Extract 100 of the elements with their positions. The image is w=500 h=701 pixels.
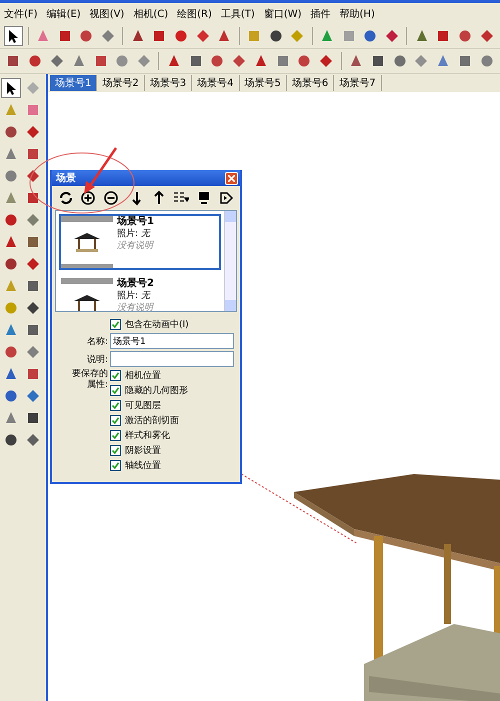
scene-photo: 照片: 无 xyxy=(117,290,152,302)
checkbox[interactable] xyxy=(110,319,121,330)
circle-icon xyxy=(456,28,473,44)
scene-thumbnail xyxy=(61,216,113,268)
square-icon xyxy=(25,366,41,382)
triangle-icon xyxy=(3,102,19,118)
diamond-icon xyxy=(48,53,65,69)
menu-item[interactable]: 视图(V) xyxy=(90,6,124,20)
tag-icon xyxy=(218,190,234,206)
triangle-icon xyxy=(3,278,19,294)
checkbox[interactable] xyxy=(110,370,121,381)
dialog-title: 场景 xyxy=(56,172,76,185)
checkbox-label: 相机位置 xyxy=(125,370,161,382)
menu-item[interactable]: 插件 xyxy=(310,6,331,20)
checkbox-label: 阴影设置 xyxy=(125,444,161,457)
annotation-arrow xyxy=(84,147,118,194)
plus-circle-icon xyxy=(80,190,96,206)
scene-description: 没有说明 xyxy=(117,302,154,311)
square-icon xyxy=(25,190,41,206)
diamond-icon xyxy=(25,432,41,448)
select-tool-button[interactable] xyxy=(4,26,23,46)
circle-icon xyxy=(3,124,19,140)
circle-icon xyxy=(114,53,130,69)
square-icon xyxy=(25,146,41,162)
scene-item[interactable]: 场景号2 照片: 无 没有说明 xyxy=(59,276,221,311)
name-field[interactable]: 场景号1 xyxy=(110,333,234,349)
menu-item[interactable]: 帮助(H) xyxy=(340,6,375,20)
scene-tab[interactable]: 场景号1 xyxy=(50,75,98,91)
diamond-icon xyxy=(25,80,41,96)
diamond-icon xyxy=(478,28,495,44)
triangle-icon xyxy=(3,410,19,426)
square-icon xyxy=(25,410,41,426)
minus-circle-icon xyxy=(102,190,119,206)
diamond-icon xyxy=(194,28,211,44)
scene-name: 场景号2 xyxy=(117,278,154,290)
checkbox-label: 包含在动画中(I) xyxy=(125,318,189,331)
menu-item[interactable]: 编辑(E) xyxy=(46,6,81,20)
diamond-icon xyxy=(25,344,41,360)
checkbox-label: 轴线位置 xyxy=(125,460,161,472)
diamond-icon xyxy=(289,28,306,44)
checkbox[interactable] xyxy=(110,460,121,471)
diamond-icon xyxy=(231,53,248,69)
square-icon xyxy=(246,28,262,44)
description-label: 说明: xyxy=(86,354,108,366)
select-tool-button[interactable] xyxy=(1,78,21,98)
scene-tab[interactable]: 场景号3 xyxy=(144,75,192,91)
name-label: 名称: xyxy=(86,336,108,348)
triangle-icon xyxy=(3,366,19,382)
triangle-icon xyxy=(3,234,19,250)
checkbox[interactable] xyxy=(110,430,121,441)
square-icon xyxy=(25,322,41,338)
scene-item[interactable]: 场景号1 照片: 无 没有说明 xyxy=(59,214,221,270)
diamond-icon xyxy=(25,300,41,316)
triangle-icon xyxy=(3,190,19,206)
scene-tab[interactable]: 场景号4 xyxy=(192,75,240,91)
diamond-icon xyxy=(25,212,41,228)
scene-tab[interactable]: 场景号5 xyxy=(240,75,287,91)
menu-item[interactable]: 相机(C) xyxy=(133,6,168,20)
circle-icon xyxy=(173,28,190,44)
menu-item[interactable]: 窗口(W) xyxy=(264,6,302,20)
circle-icon xyxy=(3,388,19,404)
diamond-icon xyxy=(100,28,116,44)
checkbox-label: 隐藏的几何图形 xyxy=(125,384,188,397)
scene-tab[interactable]: 场景号2 xyxy=(97,75,145,91)
close-icon xyxy=(228,174,235,182)
checkbox[interactable] xyxy=(110,400,121,411)
triangle-icon xyxy=(3,146,19,162)
scene-description: 没有说明 xyxy=(117,240,154,252)
remove-button[interactable] xyxy=(101,188,120,208)
diamond-icon xyxy=(25,168,41,184)
circle-icon xyxy=(3,300,19,316)
circle-icon xyxy=(362,28,378,44)
circle-icon xyxy=(78,28,94,44)
diamond-icon xyxy=(318,53,334,69)
menu-item[interactable]: 工具(T) xyxy=(220,6,255,20)
square-icon xyxy=(25,102,41,118)
properties-label: 要保存的属性: xyxy=(71,369,108,391)
circle-icon xyxy=(3,256,19,272)
circle-icon xyxy=(3,344,19,360)
diamond-icon xyxy=(413,53,430,69)
checkbox[interactable] xyxy=(110,415,121,426)
scrollbar[interactable] xyxy=(224,211,236,311)
circle-icon xyxy=(27,53,44,69)
menu-item[interactable]: 文件(F) xyxy=(4,6,38,20)
refresh-icon xyxy=(58,190,74,206)
diamond-icon xyxy=(25,124,41,140)
circle-icon xyxy=(209,53,226,69)
scene-photo: 照片: 无 xyxy=(117,228,152,240)
checkbox[interactable] xyxy=(110,445,121,456)
scene-tab[interactable]: 场景号7 xyxy=(334,75,382,91)
square-icon xyxy=(25,234,41,250)
circle-icon xyxy=(3,212,19,228)
circle-icon xyxy=(392,53,408,69)
circle-icon xyxy=(268,28,284,44)
scene-name: 场景号1 xyxy=(117,216,154,228)
scene-tab[interactable]: 场景号6 xyxy=(286,75,334,91)
close-button[interactable] xyxy=(225,172,238,184)
menu-item[interactable]: 绘图(R) xyxy=(177,6,212,20)
checkbox[interactable] xyxy=(110,385,121,396)
description-field[interactable] xyxy=(110,351,234,367)
